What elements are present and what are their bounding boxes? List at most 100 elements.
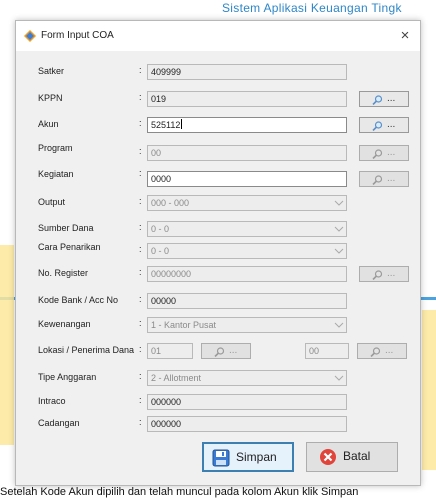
satker-row: Satker : 409999 <box>16 64 420 80</box>
search-icon <box>370 347 381 357</box>
kppn-label: KPPN <box>38 93 63 103</box>
akun-value: 525112 <box>151 120 181 130</box>
kegiatan-field[interactable]: 0000 <box>147 171 347 187</box>
document-header-text: Sistem Aplikasi Keuangan Tingk <box>222 1 402 15</box>
no-register-row: No. Register : 00000000 ... <box>16 266 420 282</box>
colon: : <box>139 168 142 178</box>
program-label: Program <box>38 143 73 153</box>
cara-penarikan-select-value: 0 - 0 <box>151 246 170 256</box>
document-caption: Setelah Kode Akun dipilih dan telah munc… <box>0 486 359 498</box>
tipe-anggaran-select-value: 2 - Allotment <box>151 373 202 383</box>
chevron-down-icon <box>334 375 344 381</box>
browse-dots: ... <box>387 93 396 104</box>
kewenangan-row: Kewenangan : 1 - Kantor Pusat <box>16 317 420 333</box>
cancel-icon <box>320 449 336 465</box>
dialog-title: Form Input COA <box>41 30 114 41</box>
cadangan-row: Cadangan : 000000 <box>16 416 420 432</box>
akun-browse-button[interactable]: ... <box>359 117 409 133</box>
sumber-dana-select[interactable]: 0 - 0 <box>147 221 347 237</box>
text-caret <box>181 119 183 129</box>
sumber-dana-select-value: 0 - 0 <box>151 224 170 234</box>
lokasi-row: Lokasi / Penerima Dana : 01 ... 00 ... <box>16 343 420 359</box>
lokasi-browse-button[interactable]: ... <box>201 343 251 359</box>
search-icon <box>214 347 225 357</box>
kewenangan-select[interactable]: 1 - Kantor Pusat <box>147 317 347 333</box>
kppn-browse-button[interactable]: ... <box>359 91 409 107</box>
search-icon <box>372 149 383 159</box>
no-register-field[interactable]: 00000000 <box>147 266 347 282</box>
simpan-button[interactable]: Simpan <box>202 442 294 472</box>
colon: : <box>139 65 142 75</box>
colon: : <box>139 118 142 128</box>
kegiatan-browse-button[interactable]: ... <box>359 171 409 187</box>
tipe-anggaran-row: Tipe Anggaran : 2 - Allotment <box>16 370 420 386</box>
intraco-field[interactable]: 000000 <box>147 394 347 410</box>
batal-button[interactable]: Batal <box>306 442 398 472</box>
output-select-value: 000 - 000 <box>151 198 190 208</box>
cara-penarikan-label: Cara Penarikan <box>38 242 101 252</box>
colon: : <box>139 318 142 328</box>
penerima-dana-field[interactable]: 00 <box>305 343 349 359</box>
form-input-coa-dialog: Form Input COA × Satker : 409999 KPPN : … <box>15 20 421 486</box>
cara-penarikan-row: Cara Penarikan : 0 - 0 <box>16 242 420 259</box>
output-select[interactable]: 000 - 000 <box>147 195 347 211</box>
satker-field[interactable]: 409999 <box>147 64 347 80</box>
colon: : <box>139 395 142 405</box>
kode-bank-row: Kode Bank / Acc No : 00000 <box>16 293 420 309</box>
colon: : <box>139 371 142 381</box>
colon: : <box>139 244 142 254</box>
search-icon <box>372 95 383 105</box>
akun-row: Akun : 525112 ... <box>16 117 420 133</box>
colon: : <box>139 417 142 427</box>
colon: : <box>139 294 142 304</box>
tipe-anggaran-select[interactable]: 2 - Allotment <box>147 370 347 386</box>
browse-dots: ... <box>387 268 396 279</box>
akun-field[interactable]: 525112 <box>147 117 347 133</box>
chevron-down-icon <box>334 322 344 328</box>
intraco-label: Intraco <box>38 396 66 406</box>
kppn-row: KPPN : 019 ... <box>16 91 420 107</box>
kewenangan-label: Kewenangan <box>38 319 91 329</box>
chevron-down-icon <box>334 226 344 232</box>
colon: : <box>139 146 142 156</box>
output-row: Output : 000 - 000 <box>16 195 420 211</box>
program-field[interactable]: 00 <box>147 145 347 161</box>
browse-dots: ... <box>387 173 396 184</box>
kegiatan-row: Kegiatan : 0000 ... <box>16 168 420 187</box>
colon: : <box>139 267 142 277</box>
colon: : <box>139 344 142 354</box>
cadangan-field[interactable]: 000000 <box>147 416 347 432</box>
no-register-browse-button[interactable]: ... <box>359 266 409 282</box>
browse-dots: ... <box>387 147 396 158</box>
dialog-titlebar: Form Input COA × <box>16 21 420 51</box>
batal-button-label: Batal <box>343 449 371 463</box>
program-row: Program : 00 ... <box>16 143 420 161</box>
app-logo-icon <box>24 30 36 42</box>
colon: : <box>139 196 142 206</box>
chevron-down-icon <box>334 248 344 254</box>
satker-label: Satker <box>38 66 65 76</box>
browse-dots: ... <box>385 345 394 356</box>
lokasi-field[interactable]: 01 <box>147 343 193 359</box>
kewenangan-select-value: 1 - Kantor Pusat <box>151 320 217 330</box>
akun-label: Akun <box>38 119 59 129</box>
save-icon <box>212 449 230 467</box>
colon: : <box>139 222 142 232</box>
tipe-anggaran-label: Tipe Anggaran <box>38 372 97 382</box>
colon: : <box>139 92 142 102</box>
kode-bank-field[interactable]: 00000 <box>147 293 347 309</box>
penerima-dana-browse-button[interactable]: ... <box>357 343 407 359</box>
chevron-down-icon <box>334 200 344 206</box>
kppn-field[interactable]: 019 <box>147 91 347 107</box>
simpan-button-label: Simpan <box>236 450 277 464</box>
sumber-dana-row: Sumber Dana : 0 - 0 <box>16 221 420 237</box>
search-icon <box>372 121 383 131</box>
browse-dots: ... <box>229 345 238 356</box>
no-register-label: No. Register <box>38 268 89 278</box>
close-button[interactable]: × <box>394 25 416 47</box>
search-icon <box>372 175 383 185</box>
cara-penarikan-select[interactable]: 0 - 0 <box>147 243 347 259</box>
search-icon <box>372 270 383 280</box>
program-browse-button[interactable]: ... <box>359 145 409 161</box>
lokasi-label: Lokasi / Penerima Dana <box>38 345 135 355</box>
